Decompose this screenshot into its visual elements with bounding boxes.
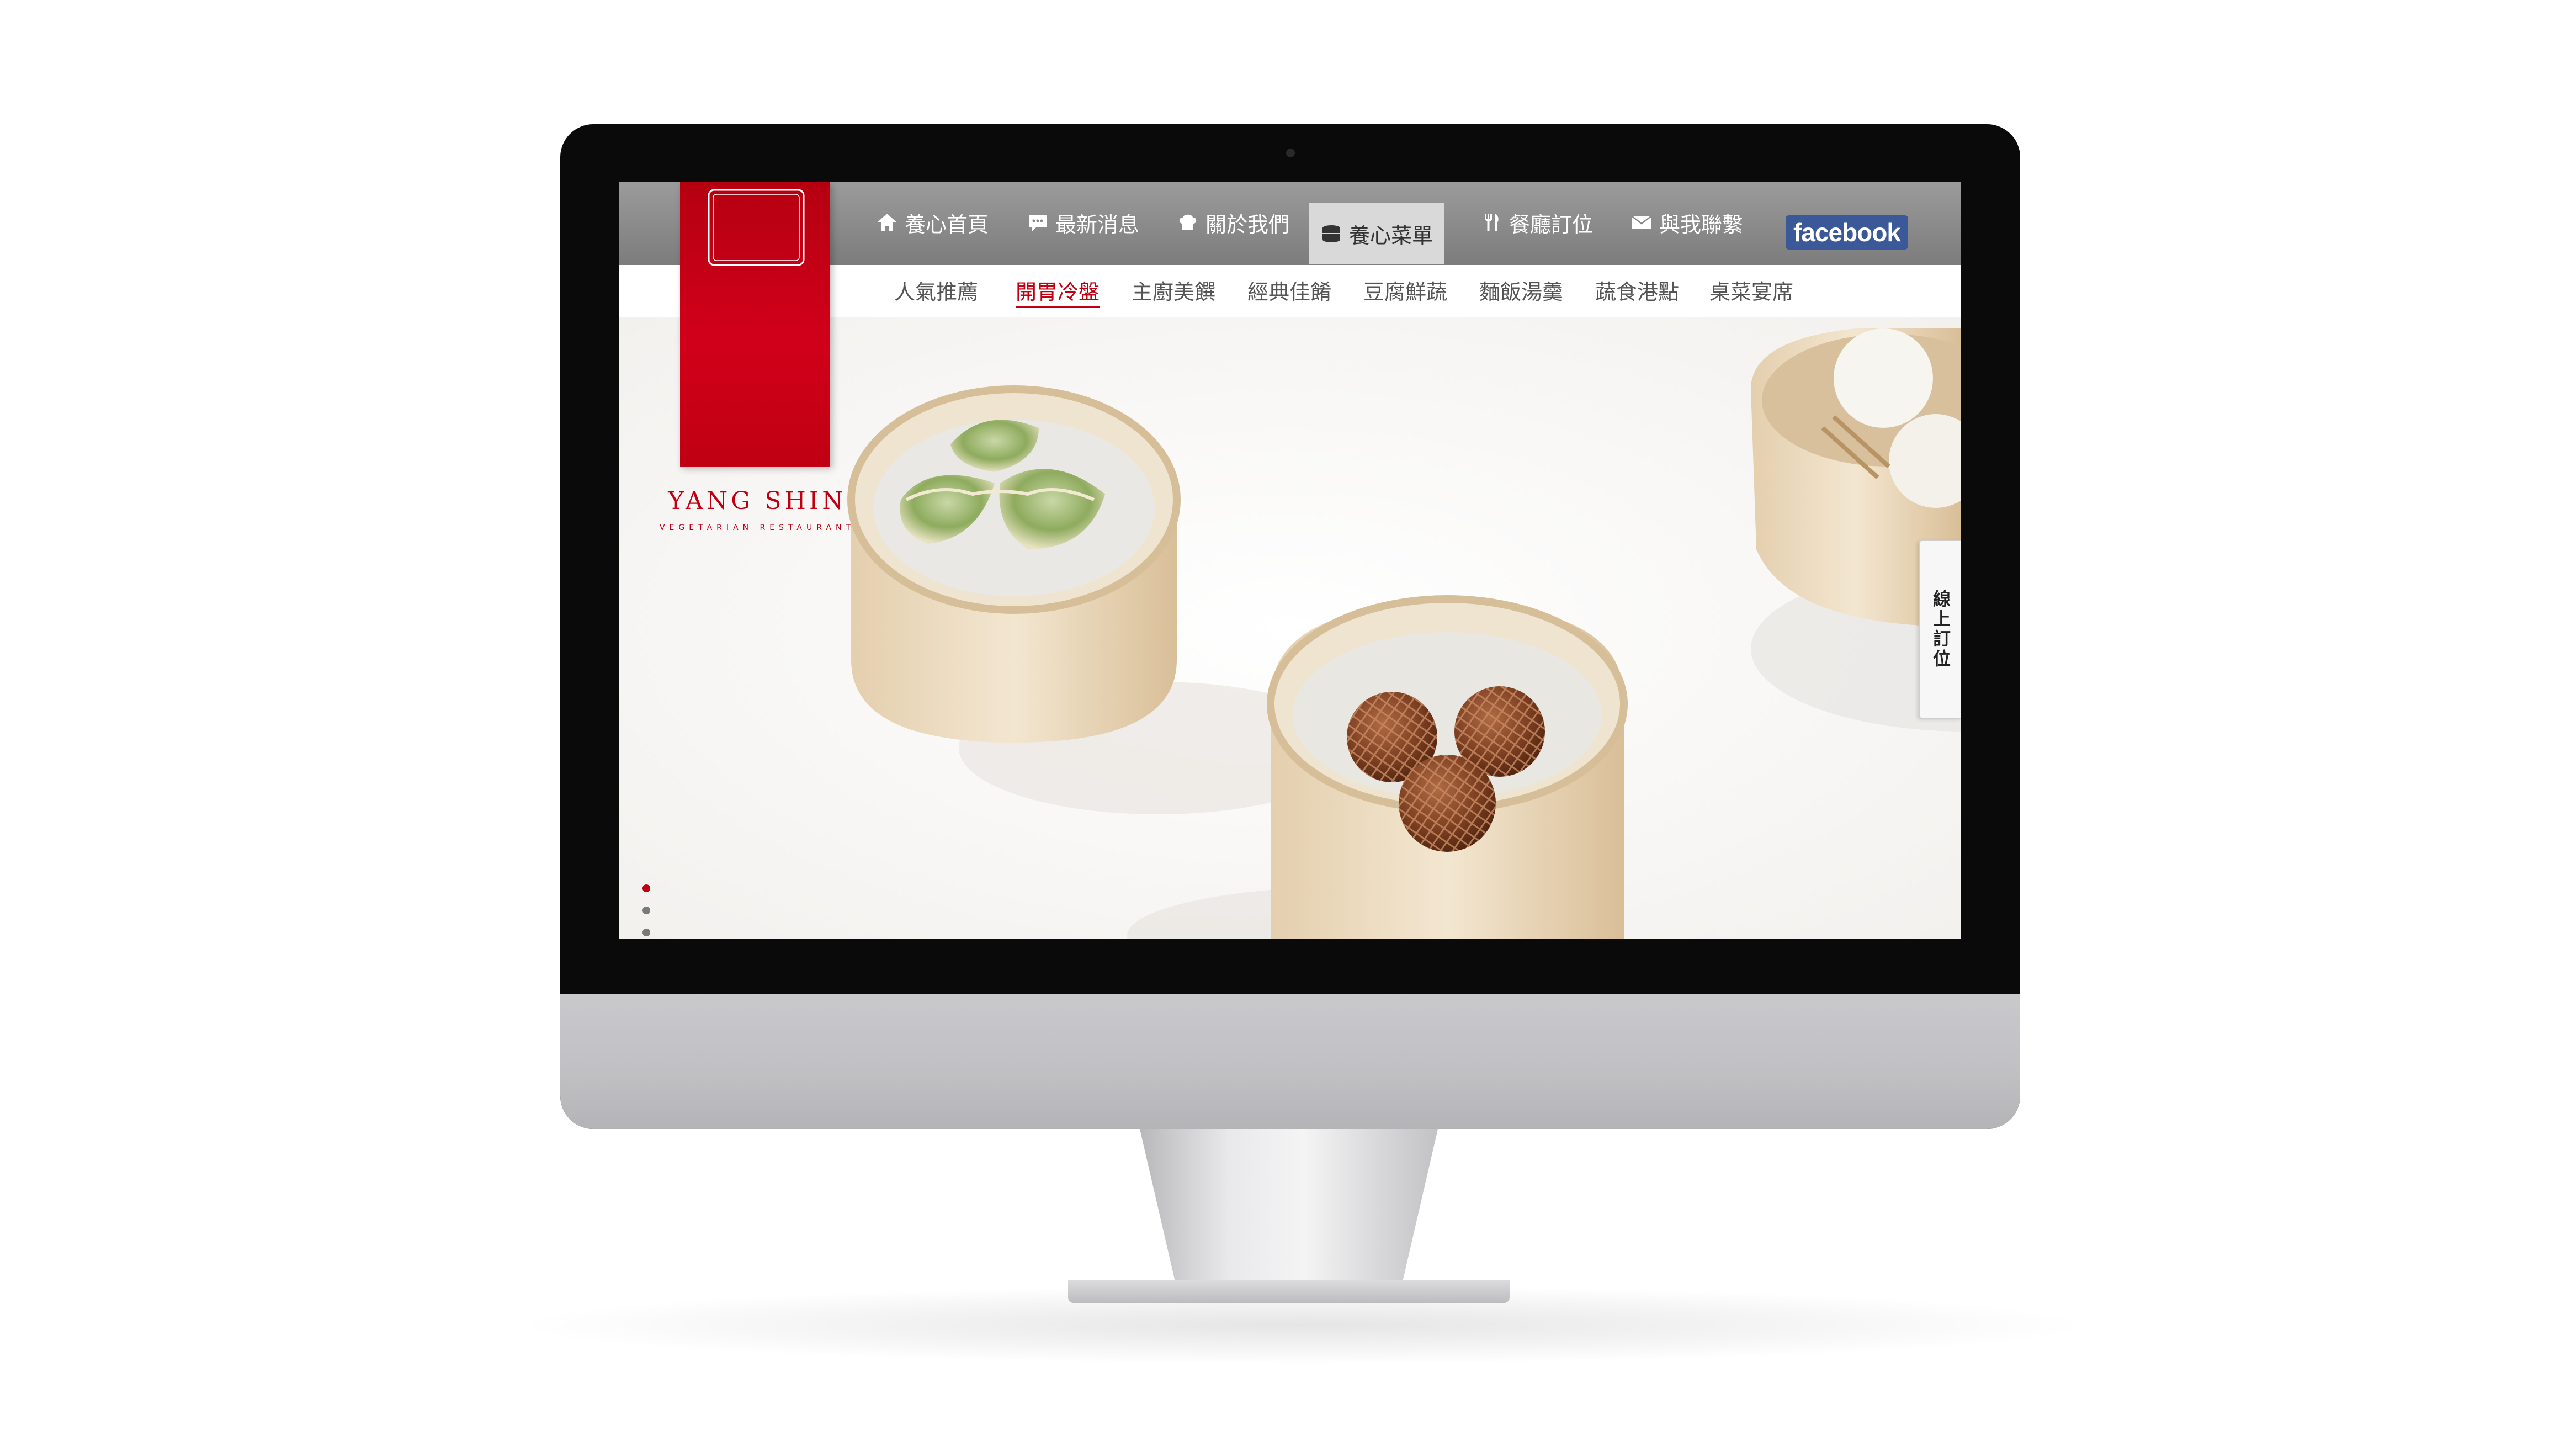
brand-subtitle: VEGETARIAN RESTAURANT	[659, 523, 856, 532]
nav-label: 關於我們	[1205, 212, 1290, 237]
logo-banner[interactable]	[680, 182, 830, 467]
nav-label: 餐廳訂位	[1509, 212, 1594, 237]
subnav-item-dim-sum[interactable]: 蔬食港點	[1595, 275, 1679, 305]
steamer-icon	[1320, 222, 1342, 245]
brand-name: YANG SHIN	[668, 487, 847, 515]
envelope-icon	[1630, 211, 1653, 234]
nav-label: 最新消息	[1055, 212, 1140, 237]
slider-dot-1[interactable]	[642, 884, 650, 892]
chef-hat-icon	[1177, 211, 1199, 234]
subnav-item-tofu-vegetables[interactable]: 豆腐鮮蔬	[1363, 275, 1447, 305]
monitor-chin	[560, 994, 2020, 1129]
nav-item-home[interactable]: 養心首頁	[876, 199, 989, 246]
nav-label: 養心首頁	[905, 212, 989, 237]
nav-item-reservation[interactable]: 餐廳訂位	[1480, 199, 1593, 246]
monitor-stand	[1140, 1129, 1438, 1284]
subnav-item-chef-specials[interactable]: 主廚美饌	[1132, 275, 1215, 305]
fork-knife-icon	[1480, 211, 1502, 234]
subnav-item-popular[interactable]: 人氣推薦	[894, 275, 978, 305]
nav-label: 養心菜單	[1349, 223, 1433, 248]
subnav-item-banquet[interactable]: 桌菜宴席	[1709, 275, 1793, 305]
subnav-item-appetizers[interactable]: 開胃冷盤	[1016, 275, 1100, 308]
nav-item-news[interactable]: 最新消息	[1027, 199, 1139, 246]
website-screen: 養心首頁 最新消息 關於我們 養心菜單 餐廳訂位 與我聯繫 facebook 人…	[619, 182, 1961, 939]
subnav-item-noodles-rice-soup[interactable]: 麵飯湯羹	[1479, 275, 1563, 305]
active-underline	[1016, 306, 1100, 308]
chat-bubble-icon	[1027, 211, 1049, 234]
camera-icon	[1286, 149, 1295, 157]
nav-item-about[interactable]: 關於我們	[1177, 199, 1289, 246]
logo-seal	[708, 189, 805, 266]
slider-dot-3[interactable]	[642, 929, 650, 936]
subnav-item-classics[interactable]: 經典佳餚	[1247, 275, 1331, 305]
online-booking-label: 線上訂位	[1930, 590, 1951, 669]
slider-dot-2[interactable]	[642, 907, 650, 914]
nav-label: 與我聯繫	[1659, 212, 1744, 237]
facebook-link[interactable]: facebook	[1786, 215, 1908, 250]
slider-dots	[642, 884, 650, 939]
nav-item-menu[interactable]: 養心菜單	[1309, 203, 1444, 264]
nav-item-contact[interactable]: 與我聯繫	[1630, 199, 1743, 246]
monitor-stand-base	[1068, 1280, 1510, 1303]
online-booking-tab[interactable]: 線上訂位	[1919, 540, 1961, 719]
home-icon	[876, 211, 898, 234]
subnav-label: 開胃冷盤	[1016, 280, 1100, 304]
